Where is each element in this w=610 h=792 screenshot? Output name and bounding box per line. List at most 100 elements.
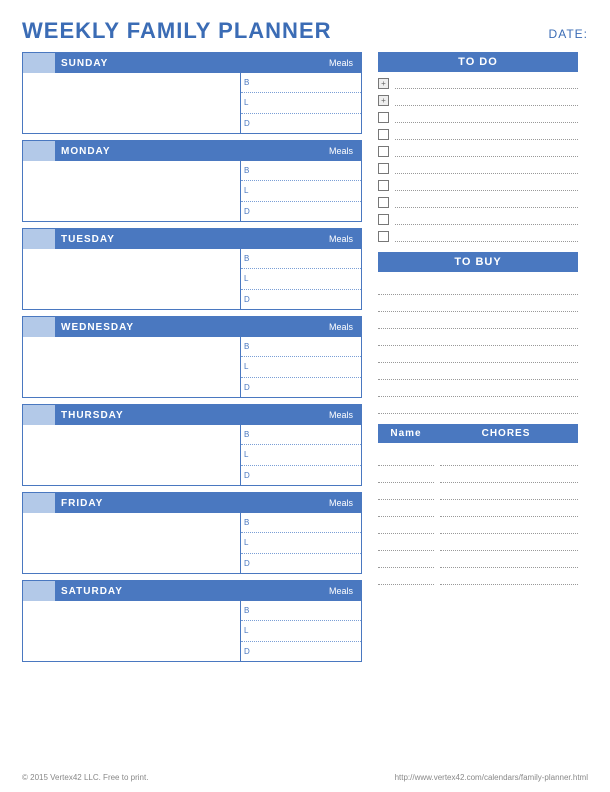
day-notes-input[interactable] bbox=[23, 425, 241, 485]
meals-label: Meals bbox=[321, 141, 361, 161]
day-body: BLD bbox=[23, 337, 361, 397]
checkbox[interactable] bbox=[378, 214, 389, 225]
chores-row bbox=[378, 500, 578, 517]
tobuy-line-input[interactable] bbox=[378, 312, 578, 329]
day-notes-input[interactable] bbox=[23, 337, 241, 397]
day-notes-input[interactable] bbox=[23, 249, 241, 309]
plus-icon[interactable]: + bbox=[378, 78, 389, 89]
meal-dinner-input[interactable]: D bbox=[241, 378, 361, 397]
meal-lunch-input[interactable]: L bbox=[241, 357, 361, 377]
tobuy-line-input[interactable] bbox=[378, 397, 578, 414]
chores-name-input[interactable] bbox=[378, 483, 434, 500]
checkbox[interactable] bbox=[378, 197, 389, 208]
meal-dinner-input[interactable]: D bbox=[241, 642, 361, 661]
todo-line-input[interactable] bbox=[395, 214, 578, 225]
todo-line-input[interactable] bbox=[395, 163, 578, 174]
meal-dinner-input[interactable]: D bbox=[241, 466, 361, 485]
plus-icon[interactable]: + bbox=[378, 95, 389, 106]
checkbox[interactable] bbox=[378, 180, 389, 191]
todo-line-input[interactable] bbox=[395, 146, 578, 157]
todo-line-input[interactable] bbox=[395, 231, 578, 242]
day-notes-input[interactable] bbox=[23, 73, 241, 133]
chores-name-input[interactable] bbox=[378, 466, 434, 483]
chores-name-input[interactable] bbox=[378, 568, 434, 585]
meal-lunch-input[interactable]: L bbox=[241, 445, 361, 465]
day-body: BLD bbox=[23, 161, 361, 221]
meal-dinner-input[interactable]: D bbox=[241, 114, 361, 133]
meal-lunch-input[interactable]: L bbox=[241, 181, 361, 201]
meal-column: BLD bbox=[241, 73, 361, 133]
chores-row bbox=[378, 483, 578, 500]
meal-breakfast-input[interactable]: B bbox=[241, 425, 361, 445]
day-body: BLD bbox=[23, 249, 361, 309]
day-header: FRIDAYMeals bbox=[23, 493, 361, 513]
chores-chore-input[interactable] bbox=[440, 483, 578, 500]
chores-name-input[interactable] bbox=[378, 449, 434, 466]
todo-line-input[interactable] bbox=[395, 180, 578, 191]
checkbox[interactable] bbox=[378, 129, 389, 140]
chores-chore-input[interactable] bbox=[440, 500, 578, 517]
page: WEEKLY FAMILY PLANNER DATE: SUNDAYMealsB… bbox=[22, 18, 588, 782]
tobuy-line-input[interactable] bbox=[378, 295, 578, 312]
todo-item bbox=[378, 112, 578, 123]
chores-chore-input[interactable] bbox=[440, 466, 578, 483]
meal-dinner-input[interactable]: D bbox=[241, 554, 361, 573]
checkbox[interactable] bbox=[378, 112, 389, 123]
chores-name-input[interactable] bbox=[378, 517, 434, 534]
meal-breakfast-input[interactable]: B bbox=[241, 601, 361, 621]
chores-chore-input[interactable] bbox=[440, 534, 578, 551]
day-name: THURSDAY bbox=[55, 405, 321, 425]
chores-chore-input[interactable] bbox=[440, 517, 578, 534]
tobuy-line-input[interactable] bbox=[378, 363, 578, 380]
day-notes-input[interactable] bbox=[23, 601, 241, 661]
day-name: MONDAY bbox=[55, 141, 321, 161]
meal-breakfast-input[interactable]: B bbox=[241, 249, 361, 269]
day-notes-input[interactable] bbox=[23, 161, 241, 221]
tobuy-line-input[interactable] bbox=[378, 329, 578, 346]
day-header: SATURDAYMeals bbox=[23, 581, 361, 601]
meal-dinner-input[interactable]: D bbox=[241, 202, 361, 221]
meal-lunch-input[interactable]: L bbox=[241, 533, 361, 553]
day-body: BLD bbox=[23, 601, 361, 661]
meal-breakfast-input[interactable]: B bbox=[241, 161, 361, 181]
chores-chore-input[interactable] bbox=[440, 568, 578, 585]
chores-name-input[interactable] bbox=[378, 551, 434, 568]
meal-lunch-input[interactable]: L bbox=[241, 93, 361, 113]
checkbox[interactable] bbox=[378, 146, 389, 157]
chores-chore-input[interactable] bbox=[440, 551, 578, 568]
day-notes-input[interactable] bbox=[23, 513, 241, 573]
todo-line-input[interactable] bbox=[395, 78, 578, 89]
chores-chore-input[interactable] bbox=[440, 449, 578, 466]
meal-dinner-input[interactable]: D bbox=[241, 290, 361, 309]
day-block: SATURDAYMealsBLD bbox=[22, 580, 362, 662]
tobuy-line-input[interactable] bbox=[378, 346, 578, 363]
meal-breakfast-input[interactable]: B bbox=[241, 337, 361, 357]
days-column: SUNDAYMealsBLDMONDAYMealsBLDTUESDAYMeals… bbox=[22, 52, 362, 767]
day-block: WEDNESDAYMealsBLD bbox=[22, 316, 362, 398]
todo-item: + bbox=[378, 78, 578, 89]
date-label: DATE: bbox=[549, 27, 588, 41]
meal-column: BLD bbox=[241, 513, 361, 573]
meals-label: Meals bbox=[321, 53, 361, 73]
todo-line-input[interactable] bbox=[395, 197, 578, 208]
day-tab bbox=[23, 141, 55, 161]
meal-column: BLD bbox=[241, 425, 361, 485]
checkbox[interactable] bbox=[378, 231, 389, 242]
meal-column: BLD bbox=[241, 337, 361, 397]
meal-breakfast-input[interactable]: B bbox=[241, 513, 361, 533]
todo-line-input[interactable] bbox=[395, 112, 578, 123]
chores-header: Name CHORES bbox=[378, 424, 578, 443]
meal-lunch-input[interactable]: L bbox=[241, 269, 361, 289]
meal-breakfast-input[interactable]: B bbox=[241, 73, 361, 93]
checkbox[interactable] bbox=[378, 163, 389, 174]
meal-lunch-input[interactable]: L bbox=[241, 621, 361, 641]
tobuy-line-input[interactable] bbox=[378, 380, 578, 397]
chores-name-input[interactable] bbox=[378, 500, 434, 517]
day-tab bbox=[23, 53, 55, 73]
todo-line-input[interactable] bbox=[395, 95, 578, 106]
todo-header: TO DO bbox=[378, 52, 578, 72]
todo-line-input[interactable] bbox=[395, 129, 578, 140]
tobuy-line-input[interactable] bbox=[378, 278, 578, 295]
chores-name-input[interactable] bbox=[378, 534, 434, 551]
todo-list: ++ bbox=[378, 78, 578, 242]
